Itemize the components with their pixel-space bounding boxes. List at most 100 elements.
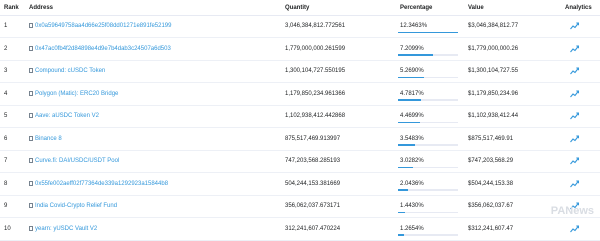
table-row: 1 0x0a59649758aa4d66e25f08dd01271e891fe52…: [0, 16, 600, 38]
percentage-text: 4.7817%: [400, 90, 424, 97]
rank-cell: 6: [4, 135, 8, 142]
document-icon: [29, 180, 33, 186]
value-cell: $312,241,607.47: [468, 225, 514, 232]
address-link[interactable]: 0x47ac0fb4f2d84898e4d9e7b4dab3c24507a6d5…: [29, 45, 171, 52]
document-icon: [29, 68, 33, 73]
percentage-text: 3.5483%: [400, 135, 424, 142]
rank-cell: 8: [4, 180, 8, 187]
address-link[interactable]: 0x0a59649758aa4d66e25f08dd01271e891fe521…: [29, 23, 171, 29]
document-icon: [29, 203, 33, 208]
header-analytics: Analytics: [565, 5, 592, 11]
percentage-text: 7.2099%: [400, 45, 424, 52]
quantity-cell: 747,203,568.285193: [285, 158, 341, 164]
percentage-text: 1.2654%: [400, 225, 424, 232]
percentage-bar: [398, 31, 458, 33]
address-link[interactable]: Compound: cUSDC Token: [29, 68, 105, 74]
percentage-bar: [398, 121, 420, 123]
percentage-track: [398, 234, 458, 236]
table-row: 8 0x55fe002aeff02f77364de339a1292923a1584…: [0, 174, 600, 196]
value-cell: $504,244,153.38: [468, 180, 514, 187]
line-chart-icon[interactable]: [570, 179, 580, 190]
percentage-text: 2.0436%: [400, 180, 424, 187]
percentage-cell: 3.5483%: [398, 134, 458, 146]
value-cell: $1,179,850,234.96: [468, 90, 519, 97]
line-chart-icon[interactable]: [570, 22, 580, 32]
address-link[interactable]: 0x55fe002aeff02f77364de339a1292923a15844…: [29, 180, 168, 187]
address-link[interactable]: Polygon (Matic): ERC20 Bridge: [29, 90, 119, 97]
percentage-cell: 4.4699%: [398, 111, 458, 123]
quantity-cell: 356,062,037.673171: [285, 203, 341, 209]
document-icon: [29, 158, 33, 163]
table-row: 9 India Covid-Crypto Relief Fund 356,062,0…: [0, 196, 600, 218]
header-quantity: Quantity: [285, 5, 310, 11]
percentage-text: 4.4699%: [400, 113, 424, 119]
rank-cell: 5: [4, 113, 8, 119]
table-row: 7 Curve.fi: DAI/USDC/USDT Pool 747,203,568…: [0, 151, 600, 173]
line-chart-icon[interactable]: [570, 89, 580, 100]
percentage-bar: [398, 99, 422, 101]
rank-cell: 3: [4, 68, 8, 74]
value-cell: $1,779,000,000.26: [468, 45, 519, 52]
percentage-cell: 12.3463%: [398, 21, 458, 33]
rank-cell: 9: [4, 203, 8, 209]
address-link[interactable]: India Covid-Crypto Relief Fund: [29, 203, 117, 209]
table-row: 3 Compound: cUSDC Token 1,300,104,727.5501…: [0, 61, 600, 83]
percentage-cell: 3.0282%: [398, 156, 458, 168]
quantity-cell: 312,241,607.470224: [285, 225, 341, 232]
percentage-text: 5.2690%: [400, 68, 424, 74]
table-row: 2 0x47ac0fb4f2d84898e4d9e7b4dab3c24507a6d…: [0, 39, 600, 61]
quantity-cell: 3,046,384,812.772561: [285, 23, 346, 29]
address-text: Aave: aUSDC Token V2: [35, 113, 99, 119]
line-chart-icon[interactable]: [570, 112, 580, 122]
address-link[interactable]: Binance 8: [29, 135, 62, 142]
quantity-cell: 1,179,850,234.961366: [285, 90, 346, 97]
line-chart-icon[interactable]: [570, 44, 580, 55]
address-link[interactable]: Aave: aUSDC Token V2: [29, 113, 99, 119]
table-header: Rank Address Quantity Percentage Value A…: [0, 0, 600, 16]
header-address: Address: [29, 5, 54, 11]
document-icon: [29, 45, 33, 51]
percentage-bar: [398, 54, 434, 56]
document-icon: [29, 135, 33, 141]
line-chart-icon[interactable]: [570, 224, 580, 235]
rank-cell: 10: [4, 225, 11, 232]
rank-cell: 2: [4, 45, 8, 52]
quantity-cell: 1,779,000,000.261599: [285, 45, 346, 52]
percentage-track: [398, 211, 458, 213]
address-text: Compound: cUSDC Token: [35, 68, 106, 74]
quantity-cell: 1,102,938,412.442868: [285, 113, 346, 119]
document-icon: [29, 113, 33, 118]
percentage-cell: 1.2654%: [398, 224, 458, 236]
rank-cell: 4: [4, 90, 8, 97]
percentage-bar: [398, 166, 413, 168]
line-chart-icon[interactable]: [570, 134, 580, 145]
address-text: yearn: yUSDC Vault V2: [35, 225, 98, 232]
address-link[interactable]: Curve.fi: DAI/USDC/USDT Pool: [29, 158, 119, 164]
percentage-bar: [398, 189, 408, 191]
quantity-cell: 1,300,104,727.550195: [285, 68, 346, 74]
percentage-bar: [398, 144, 416, 146]
table-row: 5 Aave: aUSDC Token V2 1,102,938,412.44286…: [0, 106, 600, 128]
address-link[interactable]: yearn: yUSDC Vault V2: [29, 225, 98, 232]
percentage-bar: [398, 76, 424, 78]
line-chart-icon[interactable]: [570, 67, 580, 77]
quantity-cell: 504,244,153.381669: [285, 180, 341, 187]
watermark: PANews: [550, 205, 594, 217]
address-text: Polygon (Matic): ERC20 Bridge: [35, 90, 119, 97]
address-text: 0x47ac0fb4f2d84898e4d9e7b4dab3c24507a6d5…: [35, 45, 171, 52]
percentage-text: 3.0282%: [400, 158, 424, 164]
value-cell: $747,203,568.29: [468, 158, 514, 164]
rank-cell: 1: [4, 23, 8, 29]
quantity-cell: 875,517,469.913997: [285, 135, 341, 142]
table-row: 10 yearn: yUSDC Vault V2 312,241,607.47022…: [0, 219, 600, 241]
line-chart-icon[interactable]: [570, 157, 580, 167]
percentage-cell: 7.2099%: [398, 44, 458, 56]
value-cell: $3,046,384,812.77: [468, 23, 519, 29]
value-cell: $356,062,037.67: [468, 203, 514, 209]
document-icon: [29, 225, 33, 231]
header-rank: Rank: [4, 5, 19, 11]
percentage-cell: 4.7817%: [398, 89, 458, 101]
percentage-cell: 2.0436%: [398, 179, 458, 191]
rank-cell: 7: [4, 158, 8, 164]
header-percentage: Percentage: [400, 5, 433, 11]
